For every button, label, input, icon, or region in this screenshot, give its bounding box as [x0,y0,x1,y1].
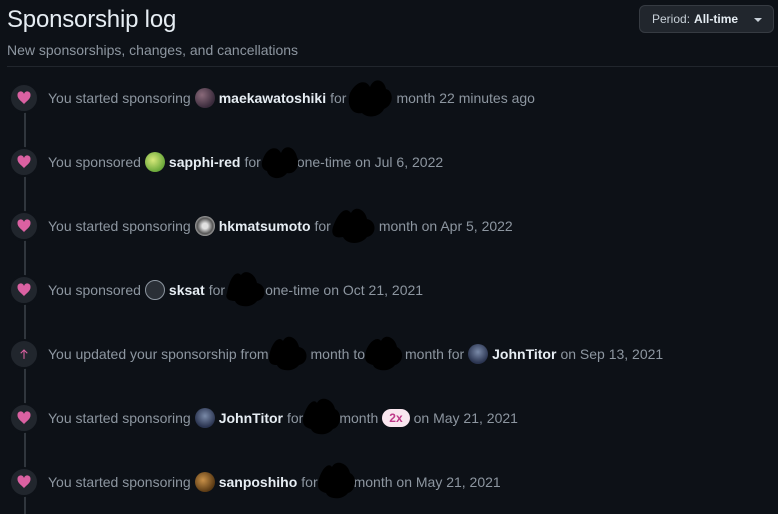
heart-icon [9,147,39,177]
entry-prefix: You sponsored [48,154,141,170]
arrow-up-icon [9,339,39,369]
page-title: Sponsorship log [7,6,177,33]
avatar[interactable] [468,344,489,364]
user-link[interactable]: sksat [169,282,205,298]
timeline-item: You started sponsoring hkmatsumoto for m… [9,208,513,243]
avatar[interactable] [194,88,215,108]
period-value: All-time [694,12,739,26]
redaction-mark [317,462,355,499]
avatar[interactable] [194,216,215,236]
avatar[interactable] [144,152,165,172]
page-subtitle: New sponsorships, changes, and cancellat… [7,42,299,58]
timeline-item: You started sponsoring sanposhiho for mo… [9,462,501,499]
entry-mid: for [301,474,318,490]
period-filter-button[interactable]: Period: All-time [639,5,774,33]
heart-icon [9,275,39,305]
chevron-down-icon [754,18,762,22]
entry-suffix: on Sep 13, 2021 [560,346,664,362]
entry-suffix-date: on May 21, 2021 [413,410,518,426]
entry-mid: month for [405,346,465,362]
entry-prefix: You started sponsoring [48,218,191,234]
timeline-item: You started sponsoring maekawatoshiki fo… [9,80,535,117]
heart-icon [9,83,39,113]
avatar[interactable] [144,280,165,300]
page-header: Sponsorship log New sponsorships, change… [7,4,298,60]
redaction-mark [346,80,396,117]
user-link[interactable]: maekawatoshiki [219,90,326,106]
heart-icon [9,403,39,433]
redaction-mark [261,147,299,179]
entry-suffix: one-time on Jul 6, 2022 [296,154,444,170]
user-link[interactable]: JohnTitor [492,346,556,362]
entry-prefix: You started sponsoring [48,90,191,106]
user-link[interactable]: JohnTitor [219,410,283,426]
entry-suffix: month on Apr 5, 2022 [378,218,513,234]
period-label: Period: [652,12,691,26]
user-link[interactable]: sanposhiho [219,474,298,490]
entry-mid: month to [310,346,365,362]
entry-mid: for [314,218,331,234]
user-link[interactable]: hkmatsumoto [219,218,311,234]
redaction-mark [225,272,265,307]
avatar[interactable] [194,472,215,492]
avatar[interactable] [194,408,215,428]
redaction-mark [268,336,307,371]
timeline-item: You sponsored sapphi-red for one-time on… [9,146,444,179]
heart-icon [9,467,39,497]
redaction-mark [365,336,405,371]
timeline-item: You sponsored sksat for one-time on Oct … [9,272,424,307]
timeline-item: You updated your sponsorship from month … [9,336,664,371]
entry-mid: for [208,282,226,298]
entry-mid: for [330,90,347,106]
entry-prefix: You updated your sponsorship from [48,346,269,362]
entry-suffix: month on May 21, 2021 [353,474,501,490]
entry-suffix: one-time on Oct 21, 2021 [265,282,424,298]
count-badge: 2x [382,409,410,427]
header-divider [7,66,778,67]
entry-prefix: You started sponsoring [48,410,191,426]
entry-prefix: You sponsored [48,282,141,298]
entry-mid: for [244,154,261,170]
redaction-mark [303,398,341,435]
entry-suffix: month 22 minutes ago [396,90,535,106]
entry-mid: for [287,410,304,426]
heart-icon [9,211,39,241]
timeline-item: You started sponsoring JohnTitor for mon… [9,398,518,435]
redaction-mark [331,208,379,243]
entry-prefix: You started sponsoring [48,474,191,490]
user-link[interactable]: sapphi-red [169,154,241,170]
